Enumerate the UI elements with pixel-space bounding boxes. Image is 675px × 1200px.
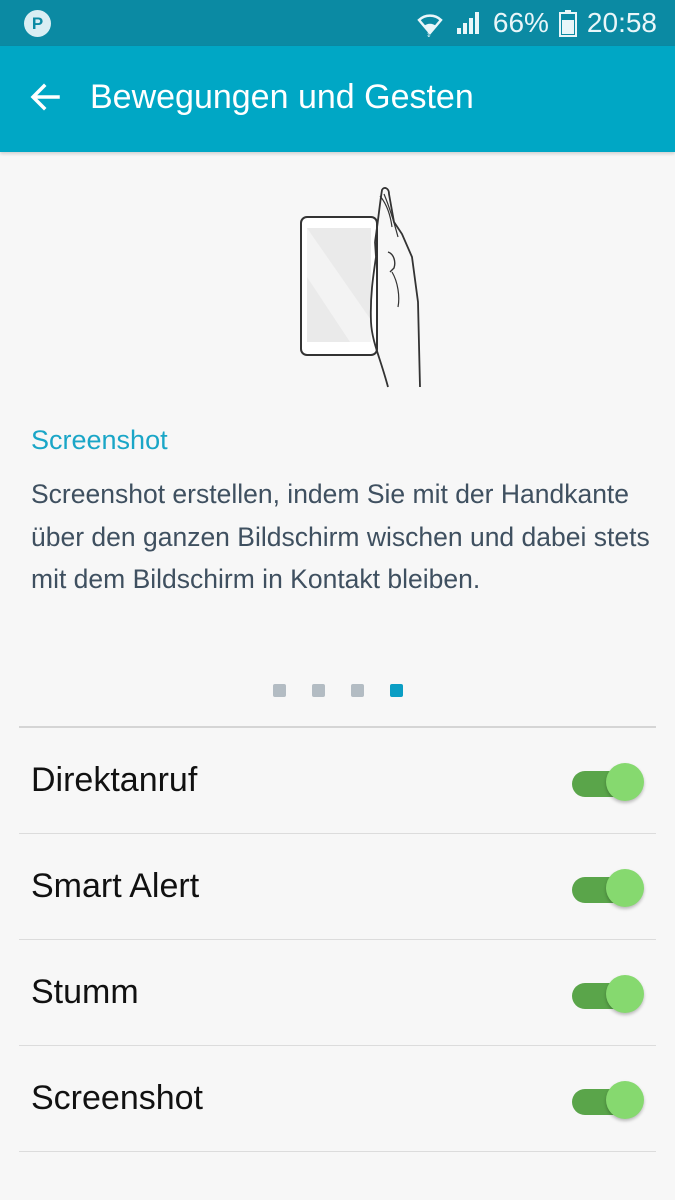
setting-label: Screenshot (31, 1079, 203, 1117)
hand-swipe-screenshot-illustration (290, 182, 440, 392)
wifi-icon: ↕ (415, 9, 445, 37)
page-title: Bewegungen und Gesten (90, 78, 474, 116)
direktanruf-toggle[interactable] (570, 762, 644, 801)
setting-row-stumm[interactable]: Stumm (19, 940, 656, 1046)
battery-percent: 66% (492, 7, 549, 38)
page-dot[interactable] (350, 684, 364, 697)
setting-row-screenshot[interactable]: Screenshot (19, 1046, 656, 1152)
setting-label: Direktanruf (31, 761, 198, 799)
feature-description: Screenshot erstellen, indem Sie mit der … (31, 479, 650, 594)
smart-alert-toggle[interactable] (570, 868, 644, 907)
page-dot-active[interactable] (389, 684, 403, 697)
setting-row-direktanruf[interactable]: Direktanruf (19, 728, 656, 834)
screenshot-toggle[interactable] (570, 1080, 644, 1119)
feature-title: Screenshot (31, 425, 168, 455)
clock: 20:58 (586, 7, 657, 38)
settings-list: Direktanruf Smart Alert Stumm Screenshot (19, 728, 656, 1152)
page-dot[interactable] (272, 684, 286, 697)
signal-icon (455, 10, 483, 36)
app-bar: Bewegungen und Gesten (0, 46, 675, 152)
setting-label: Smart Alert (31, 867, 200, 905)
page-indicator[interactable] (0, 684, 675, 698)
battery-icon (558, 9, 577, 37)
arrow-left-icon (28, 82, 62, 117)
back-button[interactable] (22, 76, 68, 122)
status-indicators: ↕ 66% 20:58 (415, 0, 657, 46)
status-bar: P ↕ 66% 20:58 (0, 0, 675, 46)
setting-label: Stumm (31, 973, 139, 1011)
page-dot[interactable] (311, 684, 325, 697)
svg-text:↕: ↕ (426, 31, 432, 37)
stumm-toggle[interactable] (570, 974, 644, 1013)
setting-row-smart-alert[interactable]: Smart Alert (19, 834, 656, 940)
app-notification-icon: P (24, 10, 51, 37)
